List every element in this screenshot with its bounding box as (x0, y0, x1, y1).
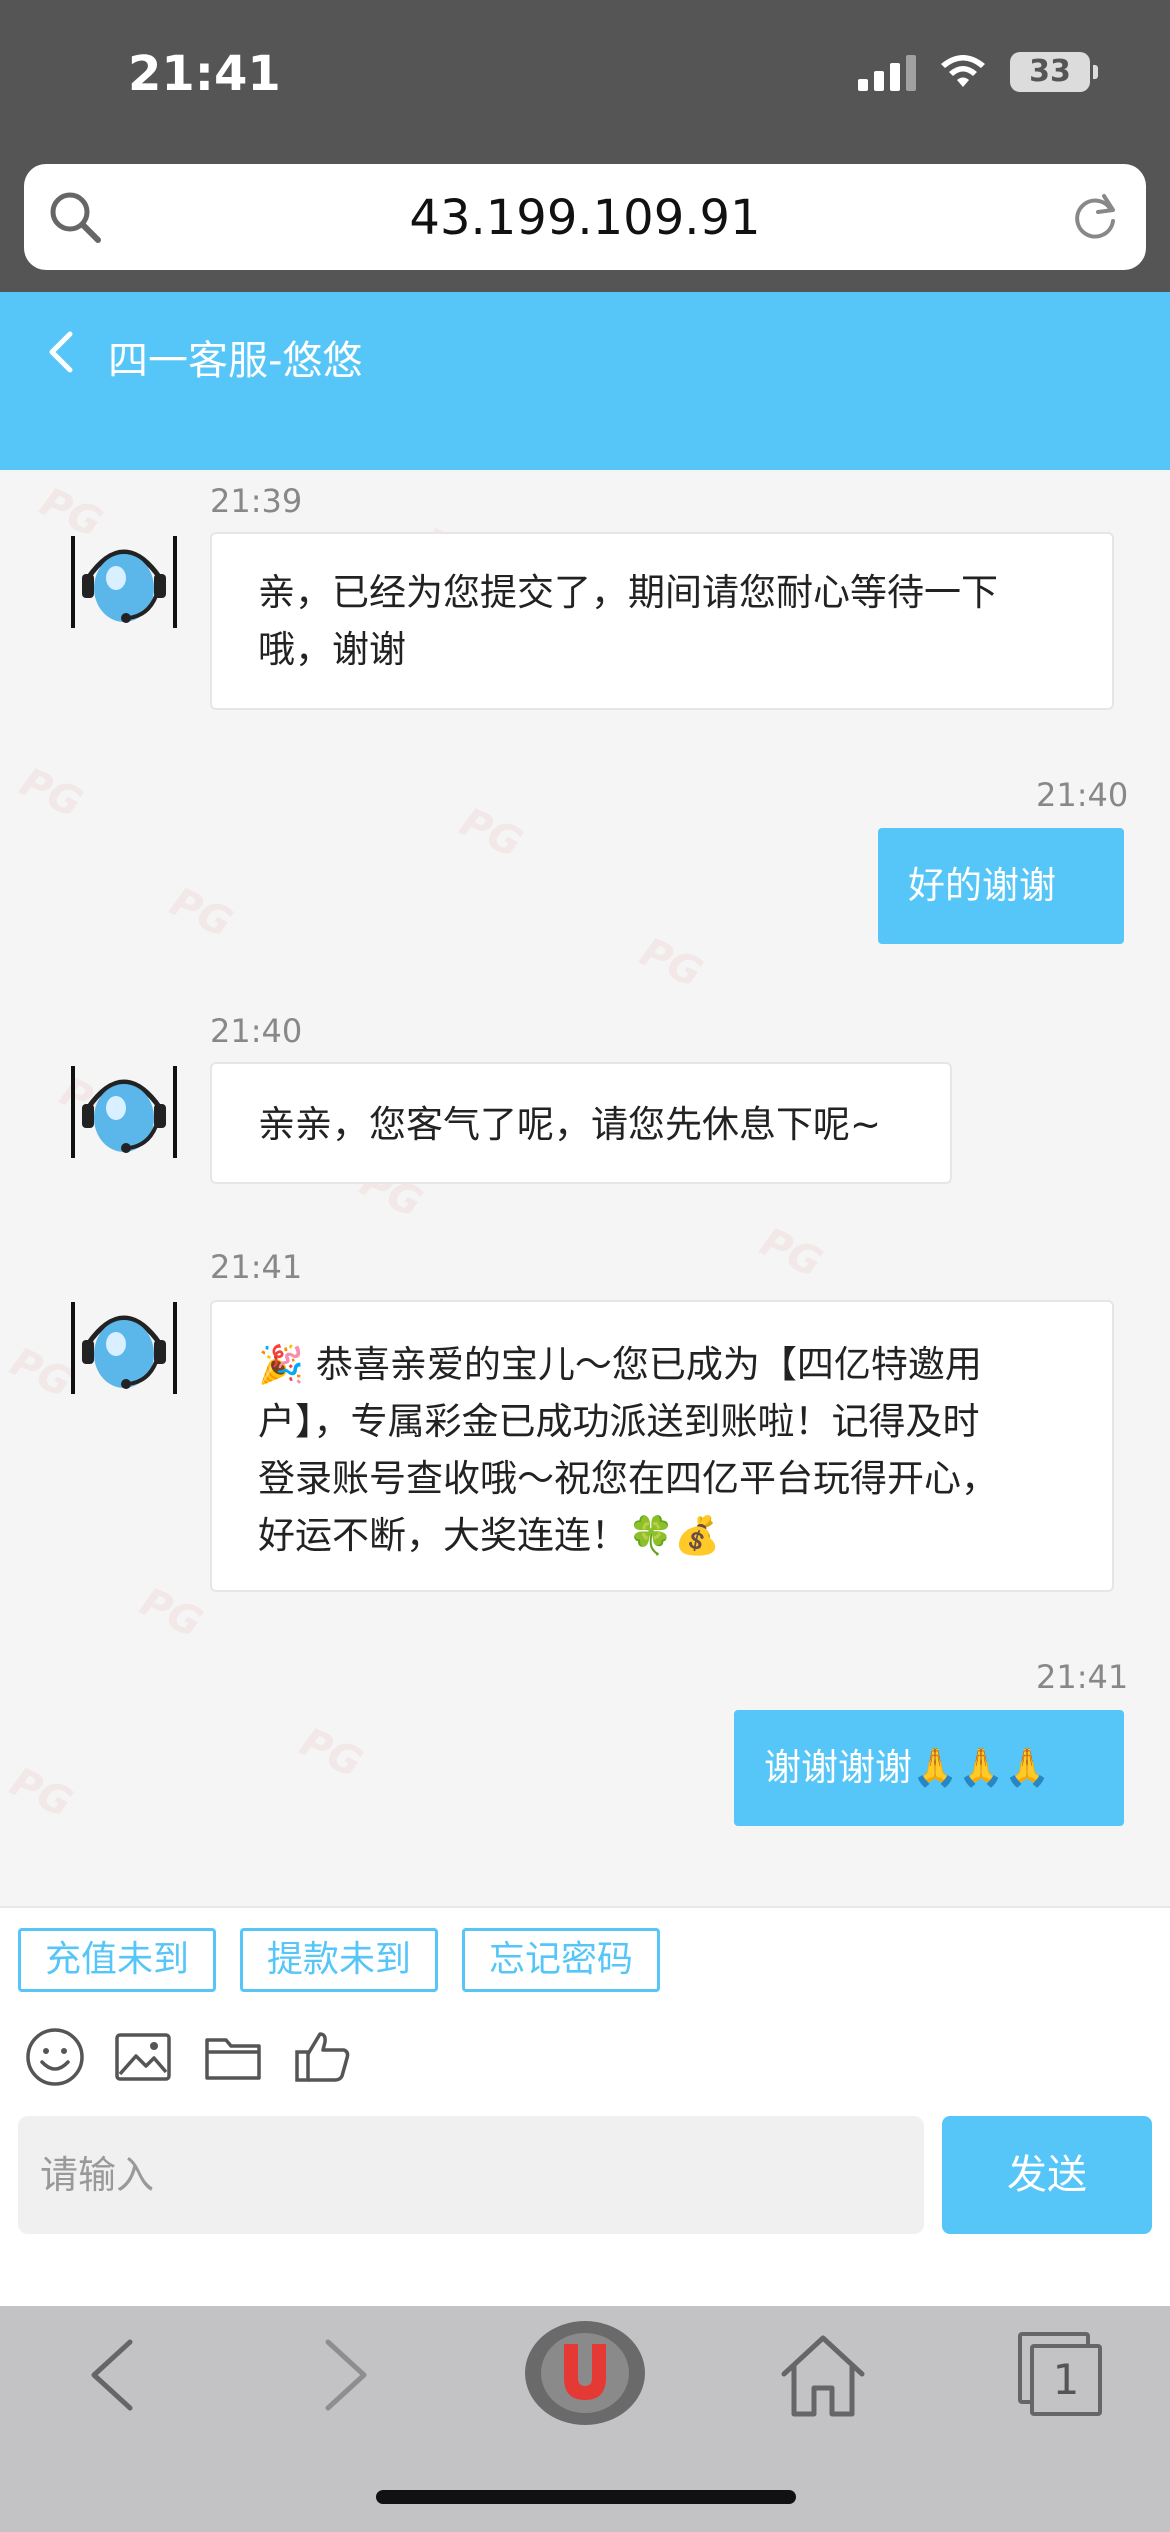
message-time: 21:41 (1036, 1658, 1129, 1696)
quick-reply-withdraw-button[interactable]: 提款未到 (240, 1928, 439, 1992)
message-time: 21:40 (1036, 776, 1129, 814)
home-indicator (376, 2490, 796, 2504)
watermark: PG (133, 1579, 209, 1647)
composer: 充值未到 提款未到 忘记密码 请输入 发送 (0, 1906, 1170, 2306)
message-text-line: 亲，已经为您提交了，期间请您耐心等待一下 (258, 571, 998, 614)
wifi-icon (941, 55, 985, 87)
watermark: PG (753, 1219, 829, 1287)
chat-header: 四一客服-悠悠 (0, 292, 1170, 470)
quick-reply-password-button[interactable]: 忘记密码 (462, 1928, 661, 1992)
message-text-line: 好运不断，大奖连连！🍀💰 (258, 1514, 721, 1557)
send-button[interactable]: 发送 (942, 2116, 1152, 2234)
back-arrow-icon[interactable] (40, 324, 80, 380)
incoming-message-bubble: 亲亲，您客气了呢，请您先休息下呢~ (210, 1062, 952, 1184)
agent-avatar-icon (71, 536, 177, 628)
battery-indicator: 33 (1010, 52, 1098, 92)
browser-tabs-button[interactable]: 1 (1018, 2332, 1102, 2418)
chat-title: 四一客服-悠悠 (108, 338, 363, 384)
folder-icon[interactable] (202, 2026, 264, 2088)
watermark: PG (13, 759, 89, 827)
url-bar[interactable]: 43.199.109.91 (24, 164, 1146, 270)
message-text-line: 亲亲，您客气了呢，请您先休息下呢~ (258, 1103, 882, 1146)
watermark: PG (3, 1759, 79, 1827)
browser-home-icon[interactable] (778, 2330, 868, 2420)
message-text-line: 🎉 恭喜亲爱的宝儿～您已成为【四亿特邀用 (258, 1343, 982, 1386)
message-text-line: 户】，专属彩金已成功派送到账啦！记得及时 (258, 1400, 980, 1443)
browser-logo-icon[interactable] (522, 2318, 648, 2428)
message-input[interactable]: 请输入 (18, 2116, 924, 2234)
quick-reply-recharge-button[interactable]: 充值未到 (18, 1928, 217, 1992)
status-icons: 33 (858, 52, 1098, 92)
emoji-icon[interactable] (24, 2026, 86, 2088)
agent-avatar-icon (71, 1302, 177, 1394)
cellular-signal-icon (858, 53, 916, 91)
outgoing-message-bubble: 谢谢谢谢🙏🙏🙏 (734, 1710, 1124, 1826)
browser-top-chrome: 21:41 33 43.199.109.91 (0, 0, 1170, 292)
browser-forward-icon[interactable] (310, 2330, 380, 2420)
status-time: 21:41 (128, 46, 281, 102)
watermark: PG (293, 1719, 369, 1787)
watermark: PG (633, 929, 709, 997)
message-text-line: 登录账号查收哦～祝您在四亿平台玩得开心， (258, 1457, 998, 1500)
message-time: 21:41 (210, 1248, 303, 1286)
image-icon[interactable] (112, 2026, 174, 2088)
url-text[interactable]: 43.199.109.91 (24, 190, 1146, 246)
reload-icon[interactable] (1066, 188, 1124, 246)
message-time: 21:40 (210, 1012, 303, 1050)
watermark: PG (163, 879, 239, 947)
thumbs-up-icon[interactable] (292, 2026, 354, 2088)
browser-back-icon[interactable] (78, 2330, 148, 2420)
message-list[interactable]: PG PG PG PG PG PG PG PG PG PG PG PG PG P… (0, 470, 1170, 1906)
message-text-line: 哦，谢谢 (258, 628, 406, 671)
outgoing-message-bubble: 好的谢谢 (878, 828, 1124, 944)
tabs-count: 1 (1030, 2344, 1102, 2416)
message-time: 21:39 (210, 482, 303, 520)
agent-avatar-icon (71, 1066, 177, 1158)
watermark: PG (453, 799, 529, 867)
incoming-message-bubble: 亲，已经为您提交了，期间请您耐心等待一下 哦，谢谢 (210, 532, 1114, 710)
incoming-message-bubble: 🎉 恭喜亲爱的宝儿～您已成为【四亿特邀用 户】，专属彩金已成功派送到账啦！记得及… (210, 1300, 1114, 1592)
